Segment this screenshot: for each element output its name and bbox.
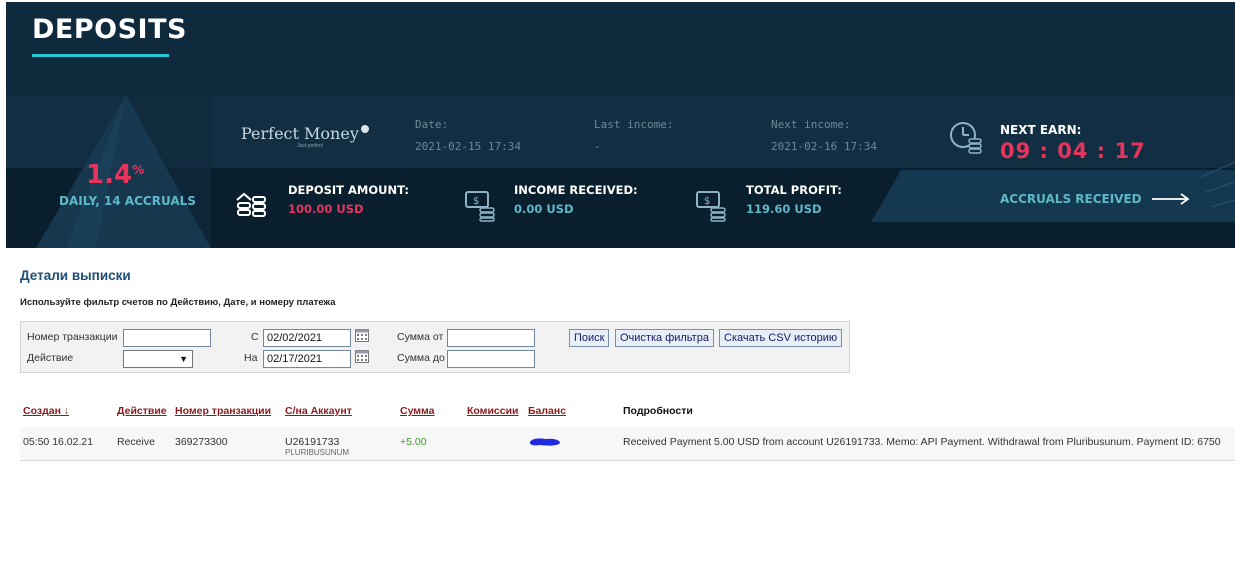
perfect-money-logo: Perfect Money [241,124,369,143]
deposit-amount-value: 100.00 USD [288,202,364,216]
coins-icon [236,192,266,217]
date-label: Date: [415,118,449,131]
calendar-icon[interactable] [355,329,369,342]
clear-filter-button[interactable]: Очистка фильтра [615,329,714,347]
row-account: U26191733 [285,436,340,448]
next-earn-label: NEXT EARN: [1000,123,1082,137]
date-value: 2021-02-15 17:34 [415,140,521,153]
col-account[interactable]: С/на Аккаунт [285,405,352,417]
calendar-icon[interactable] [355,350,369,363]
income-received-label: INCOME RECEIVED: [514,183,638,197]
accruals-received-link[interactable]: ACCRUALS RECEIVED [1000,192,1142,206]
next-income-label: Next income: [771,118,851,131]
row-created: 05:50 16.02.21 [23,436,94,448]
sum-to-label: Сумма до [397,352,445,364]
deposit-amount-label: DEPOSIT AMOUNT: [288,183,409,197]
clock-coins-icon [950,122,982,154]
download-csv-button[interactable]: Скачать CSV историю [719,329,843,347]
sum-from-label: Сумма от [397,331,444,343]
money-icon: $ [465,191,495,222]
last-income-value: - [594,140,601,153]
deposit-banner: DEPOSITS 1.4% DAILY, 14 ACCRUALS Perfect… [6,2,1235,248]
filter-panel: Номер транзакции Действие ▼ С На Сумма о… [20,321,850,373]
action-label: Действие [27,352,74,364]
date-to-label: На [244,352,258,364]
col-created[interactable]: Создан ↓ [23,405,69,417]
date-from-label: С [251,331,259,343]
row-amount: +5.00 [400,436,427,448]
svg-text:$: $ [473,196,479,207]
statement-subtitle: Используйте фильтр счетов по Действию, Д… [20,297,336,308]
date-to-input[interactable] [263,350,351,368]
daily-rate: 1.4% [86,160,145,190]
table-divider [20,460,1235,461]
total-profit-value: 119.60 USD [746,202,822,216]
next-income-value: 2021-02-16 17:34 [771,140,877,153]
action-select[interactable]: ▼ [123,350,193,368]
search-button[interactable]: Поиск [569,329,610,347]
row-details: Received Payment 5.00 USD from account U… [623,436,1221,448]
col-action[interactable]: Действие [117,405,167,417]
row-action: Receive [117,436,155,448]
row-txn-number: 369273300 [175,436,228,448]
page-title: DEPOSITS [32,14,187,45]
chevron-down-icon: ▼ [179,354,188,364]
balance-redacted [529,438,560,446]
next-earn-timer: 09 : 04 : 17 [1000,139,1146,163]
income-received-value: 0.00 USD [514,202,574,216]
title-underline [32,54,169,57]
col-fee[interactable]: Комиссии [467,405,519,417]
sum-from-input[interactable] [447,329,535,347]
date-from-input[interactable] [263,329,351,347]
logo-tagline: Just perfect [297,143,323,149]
row-account-name: PLURIBUSUNUM [285,448,350,457]
svg-text:$: $ [704,196,710,207]
rate-description: DAILY, 14 ACCRUALS [59,194,196,208]
total-profit-label: TOTAL PROFIT: [746,183,842,197]
col-txn-number[interactable]: Номер транзакции [175,405,271,417]
sum-to-input[interactable] [447,350,535,368]
txn-number-label: Номер транзакции [27,331,118,343]
txn-number-input[interactable] [123,329,211,347]
statement-title: Детали выписки [20,268,131,283]
col-balance[interactable]: Баланс [528,405,566,417]
arrow-right-icon[interactable] [1152,192,1190,206]
col-amount[interactable]: Сумма [400,405,435,417]
money-icon: $ [696,191,726,222]
col-details: Подробности [623,405,693,417]
last-income-label: Last income: [594,118,674,131]
